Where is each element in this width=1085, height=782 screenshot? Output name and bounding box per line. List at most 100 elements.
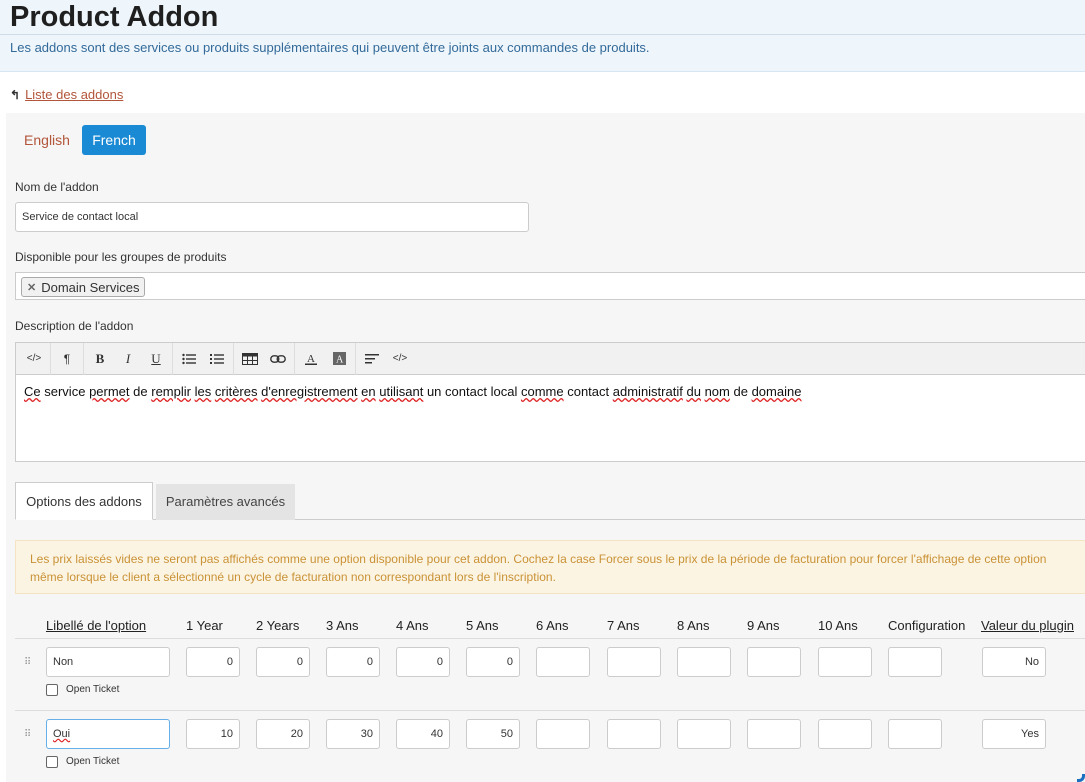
page-subtitle: Les addons sont des services ou produits… (10, 40, 650, 55)
description-editor: </> ¶ B I U A A </> Ce service permet de… (15, 342, 1085, 462)
arrow-up-left-icon: ↰ (10, 88, 21, 102)
column-header: 8 Ans (677, 618, 710, 633)
description-word: contact (567, 384, 610, 399)
description-word: de (133, 384, 148, 399)
drag-handle-icon[interactable]: ⠿ (24, 657, 31, 668)
description-word: nom (704, 384, 730, 399)
description-word: du (686, 384, 701, 399)
description-word: Ce (24, 384, 41, 399)
description-word: de (733, 384, 748, 399)
editor-content[interactable]: Ce service permet de remplir les critère… (16, 375, 1085, 409)
table-row-divider (15, 710, 1085, 711)
italic-button[interactable]: I (114, 343, 142, 375)
option-label-input[interactable]: Non (46, 647, 170, 677)
description-word: un (426, 384, 442, 399)
link-icon[interactable] (264, 343, 292, 375)
numbered-list-icon[interactable] (203, 343, 231, 375)
column-header: 1 Year (186, 618, 223, 633)
remove-tag-icon[interactable]: ✕ (27, 281, 36, 294)
source-code-button[interactable]: </> (386, 343, 414, 375)
price-input[interactable]: 0 (186, 647, 240, 677)
column-header: 6 Ans (536, 618, 569, 633)
toolbar-divider (50, 342, 51, 375)
drag-handle-icon[interactable]: ⠿ (24, 729, 31, 740)
price-input[interactable]: 10 (186, 719, 240, 749)
column-header: 10 Ans (818, 618, 858, 633)
configuration-input[interactable] (888, 719, 942, 749)
price-input[interactable] (747, 647, 801, 677)
price-input[interactable]: 20 (256, 719, 310, 749)
description-word: administratif (612, 384, 683, 399)
price-input[interactable] (607, 719, 661, 749)
code-view-button[interactable]: </> (20, 343, 48, 375)
description-word: utilisant (379, 384, 424, 399)
group-tag: ✕ Domain Services (21, 277, 146, 297)
price-input[interactable] (818, 719, 872, 749)
open-ticket-label: Open Ticket (66, 756, 120, 767)
toolbar-divider (172, 342, 173, 375)
bold-button[interactable]: B (86, 343, 114, 375)
description-word: critères (214, 384, 258, 399)
column-header: 3 Ans (326, 618, 359, 633)
column-header: Valeur du plugin (981, 618, 1074, 633)
page-title: Product Addon (10, 1, 219, 33)
description-word: les (194, 384, 212, 399)
column-header: 7 Ans (607, 618, 640, 633)
back-to-addons-link[interactable]: ↰ Liste des addons (10, 87, 123, 103)
toolbar-divider (83, 342, 84, 375)
description-word: domaine (751, 384, 802, 399)
column-header: 2 Years (256, 618, 300, 633)
price-input[interactable]: 50 (466, 719, 520, 749)
column-header: 5 Ans (466, 618, 499, 633)
description-word: remplir (151, 384, 191, 399)
tab-advanced-settings[interactable]: Paramètres avancés (156, 484, 295, 520)
bullet-list-icon[interactable] (175, 343, 203, 375)
group-tag-label: Domain Services (41, 279, 140, 295)
underline-button[interactable]: U (142, 343, 170, 375)
price-input[interactable]: 0 (326, 647, 380, 677)
product-groups-select[interactable]: ✕ Domain Services (15, 272, 1085, 300)
price-input[interactable]: 0 (466, 647, 520, 677)
paragraph-style-button[interactable]: ¶ (53, 343, 81, 375)
price-input[interactable] (747, 719, 801, 749)
price-input[interactable] (818, 647, 872, 677)
tab-addon-options[interactable]: Options des addons (15, 482, 153, 520)
open-ticket-checkbox[interactable] (46, 756, 58, 768)
description-word: permet (89, 384, 130, 399)
price-input[interactable]: 0 (396, 647, 450, 677)
price-input[interactable] (677, 719, 731, 749)
table-icon[interactable] (236, 343, 264, 375)
pricing-info-alert: Les prix laissés vides ne seront pas aff… (15, 540, 1085, 594)
description-word: comme (520, 384, 564, 399)
column-header: 9 Ans (747, 618, 780, 633)
configuration-input[interactable] (888, 647, 942, 677)
lang-tab-french[interactable]: French (82, 125, 146, 155)
open-ticket-checkbox[interactable] (46, 684, 58, 696)
price-input[interactable]: 40 (396, 719, 450, 749)
price-input[interactable] (607, 647, 661, 677)
price-input[interactable]: 30 (326, 719, 380, 749)
lang-tab-english[interactable]: English (17, 125, 77, 155)
back-link-label: Liste des addons (25, 87, 124, 102)
price-input[interactable]: 0 (256, 647, 310, 677)
align-icon[interactable] (358, 343, 386, 375)
description-word: contact (445, 384, 487, 399)
addon-tabs: Options des addons Paramètres avancés (15, 482, 1085, 520)
plugin-value-input[interactable]: No (982, 647, 1046, 677)
background-color-icon[interactable]: A (325, 343, 353, 375)
price-input[interactable] (677, 647, 731, 677)
description-word: en (361, 384, 376, 399)
plugin-value-input[interactable]: Yes (982, 719, 1046, 749)
column-header: 4 Ans (396, 618, 429, 633)
editor-toolbar: </> ¶ B I U A A </> (16, 342, 1085, 375)
svg-text:A: A (307, 353, 315, 365)
description-label: Description de l'addon (15, 319, 134, 333)
addon-name-input[interactable]: Service de contact local (15, 202, 529, 232)
option-label-input[interactable]: Oui (46, 719, 170, 749)
price-input[interactable] (536, 647, 590, 677)
font-color-icon[interactable]: A (297, 343, 325, 375)
price-input[interactable] (536, 719, 590, 749)
product-groups-label: Disponible pour les groupes de produits (15, 250, 227, 264)
table-header-divider (15, 638, 1085, 639)
column-header: Configuration (888, 618, 966, 633)
